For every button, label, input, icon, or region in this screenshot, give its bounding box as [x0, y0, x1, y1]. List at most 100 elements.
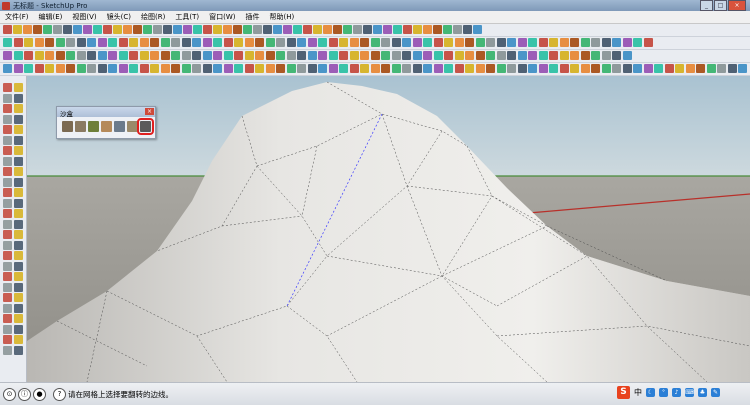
- toolbar-tool-icon[interactable]: [454, 38, 464, 47]
- toolbar-tool-icon[interactable]: [73, 25, 82, 34]
- toolbar-tool-icon[interactable]: [213, 38, 222, 47]
- toolbar-tool-icon[interactable]: [538, 38, 548, 47]
- toolbar-tool-icon[interactable]: [276, 51, 285, 60]
- toolbar-tool-icon[interactable]: [192, 64, 201, 73]
- toolbar-tool-icon[interactable]: [23, 25, 32, 34]
- side-tool-icon[interactable]: [14, 293, 23, 302]
- side-tool-icon[interactable]: [3, 324, 12, 334]
- toolbar-tool-icon[interactable]: [507, 64, 516, 73]
- side-tool-icon[interactable]: [14, 230, 23, 239]
- side-tool-icon[interactable]: [3, 188, 12, 197]
- toolbar-tool-icon[interactable]: [265, 64, 275, 73]
- side-tool-icon[interactable]: [14, 177, 23, 187]
- toolbar-tool-icon[interactable]: [143, 25, 152, 34]
- side-tool-icon[interactable]: [14, 251, 23, 260]
- toolbar-tool-icon[interactable]: [353, 25, 362, 34]
- toolbar-tool-icon[interactable]: [108, 64, 117, 73]
- menu-file[interactable]: 文件(F): [0, 12, 34, 22]
- toolbar-tool-icon[interactable]: [150, 51, 159, 60]
- toolbar-tool-icon[interactable]: [370, 51, 380, 60]
- toolbar-tool-icon[interactable]: [133, 25, 142, 34]
- stamp-tool-icon[interactable]: [101, 121, 112, 132]
- toolbar-tool-icon[interactable]: [97, 38, 107, 47]
- toolbar-tool-icon[interactable]: [601, 64, 611, 73]
- toolbar-tool-icon[interactable]: [465, 51, 474, 60]
- toolbar-tool-icon[interactable]: [580, 51, 590, 60]
- side-tool-icon[interactable]: [14, 198, 23, 208]
- side-tool-icon[interactable]: [3, 104, 12, 113]
- side-tool-icon[interactable]: [14, 335, 23, 344]
- toolbar-tool-icon[interactable]: [160, 64, 170, 73]
- toolbar-tool-icon[interactable]: [129, 64, 138, 73]
- user-icon[interactable]: ●: [33, 388, 46, 401]
- toolbar-tool-icon[interactable]: [423, 64, 432, 73]
- toolbar-tool-icon[interactable]: [463, 25, 472, 34]
- side-tool-icon[interactable]: [14, 114, 23, 124]
- toolbar-tool-icon[interactable]: [55, 38, 65, 47]
- toolbar-tool-icon[interactable]: [181, 64, 191, 73]
- toolbar-tool-icon[interactable]: [381, 51, 390, 60]
- toolbar-tool-icon[interactable]: [93, 25, 102, 34]
- toolbar-tool-icon[interactable]: [192, 38, 201, 47]
- toolbar-tool-icon[interactable]: [45, 64, 54, 73]
- toolbar-tool-icon[interactable]: [643, 64, 653, 73]
- toolbar-tool-icon[interactable]: [43, 25, 52, 34]
- toolbar-tool-icon[interactable]: [633, 64, 642, 73]
- toolbar-tool-icon[interactable]: [333, 25, 342, 34]
- side-tool-icon[interactable]: [3, 335, 12, 344]
- toolbar-tool-icon[interactable]: [402, 38, 411, 47]
- toolbar-tool-icon[interactable]: [153, 25, 162, 34]
- toolbar-tool-icon[interactable]: [297, 38, 306, 47]
- toolbar-tool-icon[interactable]: [76, 64, 86, 73]
- toolbar-tool-icon[interactable]: [150, 38, 159, 47]
- toolbar-tool-icon[interactable]: [66, 64, 75, 73]
- toolbar-tool-icon[interactable]: [24, 64, 33, 73]
- toolbar-tool-icon[interactable]: [202, 51, 212, 60]
- toolbar-tool-icon[interactable]: [213, 51, 222, 60]
- toolbar-tool-icon[interactable]: [63, 25, 72, 34]
- sogou-input-icon[interactable]: S: [617, 386, 630, 399]
- toolbar-tool-icon[interactable]: [496, 51, 506, 60]
- toolbar-tool-icon[interactable]: [173, 25, 182, 34]
- toolbar-tool-icon[interactable]: [486, 51, 495, 60]
- toolbar-tool-icon[interactable]: [255, 38, 264, 47]
- toolbar-tool-icon[interactable]: [549, 51, 558, 60]
- toolbar-tool-icon[interactable]: [633, 38, 642, 47]
- toolbar-tool-icon[interactable]: [13, 51, 23, 60]
- side-tool-icon[interactable]: [14, 324, 23, 334]
- toolbar-tool-icon[interactable]: [307, 38, 317, 47]
- toolbar-tool-icon[interactable]: [453, 25, 462, 34]
- toolbar-tool-icon[interactable]: [528, 64, 537, 73]
- toolbar-tool-icon[interactable]: [373, 25, 382, 34]
- toolbar-tool-icon[interactable]: [3, 51, 12, 60]
- toolbar-tool-icon[interactable]: [654, 64, 663, 73]
- toolbar-tool-icon[interactable]: [507, 51, 516, 60]
- sandbox-close-icon[interactable]: ×: [145, 108, 154, 115]
- toolbar-tool-icon[interactable]: [622, 51, 632, 60]
- toolbar-tool-icon[interactable]: [234, 64, 243, 73]
- toolbar-tool-icon[interactable]: [454, 51, 464, 60]
- toolbar-tool-icon[interactable]: [360, 51, 369, 60]
- toolbar-tool-icon[interactable]: [160, 51, 170, 60]
- toolbar-tool-icon[interactable]: [391, 38, 401, 47]
- side-tool-icon[interactable]: [3, 282, 12, 292]
- side-tool-icon[interactable]: [3, 314, 12, 323]
- toolbar-tool-icon[interactable]: [328, 38, 338, 47]
- side-tool-icon[interactable]: [3, 272, 12, 281]
- toolbar-tool-icon[interactable]: [443, 25, 452, 34]
- toolbar-tool-icon[interactable]: [303, 25, 312, 34]
- toolbar-tool-icon[interactable]: [601, 51, 611, 60]
- toolbar-tool-icon[interactable]: [360, 64, 369, 73]
- toolbar-tool-icon[interactable]: [202, 38, 212, 47]
- ime-punct-icon[interactable]: °: [659, 388, 668, 397]
- toolbar-tool-icon[interactable]: [393, 25, 402, 34]
- menu-draw[interactable]: 绘图(R): [136, 12, 170, 22]
- toolbar-tool-icon[interactable]: [273, 25, 282, 34]
- toolbar-tool-icon[interactable]: [3, 38, 12, 47]
- toolbar-tool-icon[interactable]: [213, 25, 222, 34]
- toolbar-tool-icon[interactable]: [363, 25, 372, 34]
- toolbar-tool-icon[interactable]: [381, 38, 390, 47]
- toolbar-tool-icon[interactable]: [738, 64, 747, 73]
- toolbar-tool-icon[interactable]: [255, 51, 264, 60]
- side-tool-icon[interactable]: [3, 209, 12, 218]
